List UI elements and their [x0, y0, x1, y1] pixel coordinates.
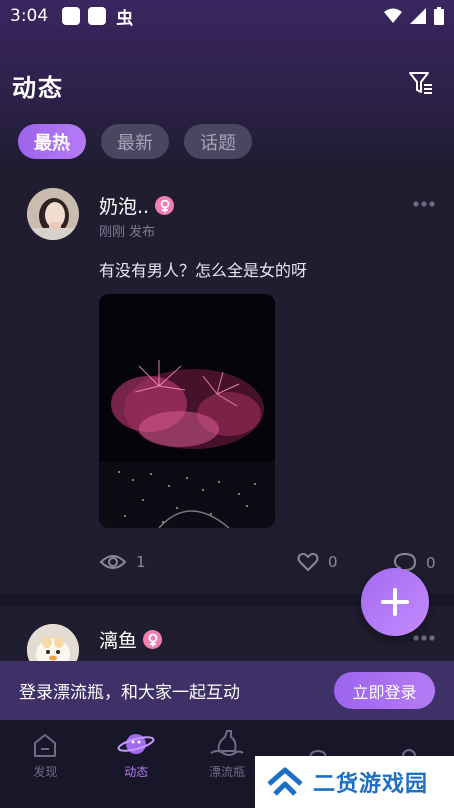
login-button[interactable]: 立即登录: [334, 672, 435, 709]
battery-icon: [434, 7, 444, 25]
bottle-icon: [210, 730, 244, 756]
post-username[interactable]: 漓鱼: [99, 626, 163, 653]
post-text: 有没有男人？怎么全是女的呀: [99, 261, 308, 280]
female-icon: [155, 196, 175, 215]
like-button[interactable]: 0: [297, 552, 338, 572]
create-post-button[interactable]: [361, 568, 429, 636]
nav-discover[interactable]: 发现: [0, 720, 91, 780]
status-bar: 3:04 虫: [0, 0, 454, 32]
username-text: 奶泡..: [99, 196, 150, 218]
page-title: 动态: [12, 74, 64, 102]
nav-moments[interactable]: 动态: [91, 720, 182, 780]
nav-label: 发现: [33, 765, 58, 779]
nav-label: 漂流瓶: [208, 765, 245, 779]
views-count: 1: [136, 553, 146, 571]
avatar[interactable]: [27, 188, 79, 240]
watermark: 二货游戏园: [255, 756, 454, 808]
watermark-text: 二货游戏园: [313, 772, 429, 797]
post-image[interactable]: [99, 294, 275, 528]
female-icon: [143, 630, 163, 649]
login-banner: 登录漂流瓶，和大家一起互动 立即登录: [0, 661, 454, 720]
plus-icon: [381, 588, 409, 616]
planet-icon: [117, 734, 155, 754]
home-icon: [34, 734, 57, 757]
comments-count: 0: [426, 554, 436, 572]
post-card[interactable]: 奶泡.. 刚刚 发布 有没有男人？怎么全是女的呀 1 0 0: [0, 168, 454, 594]
more-icon[interactable]: [412, 200, 436, 208]
heart-icon: [297, 552, 319, 571]
post-time: 刚刚 发布: [99, 225, 156, 240]
status-time: 3:04: [10, 6, 49, 26]
more-icon[interactable]: [412, 634, 436, 642]
views-stat: 1: [99, 552, 146, 572]
debug-icon: 虫: [116, 8, 134, 29]
nav-label: 动态: [124, 765, 149, 779]
wifi-icon: [384, 8, 402, 23]
fireworks-image: [99, 294, 275, 528]
likes-count: 0: [328, 553, 338, 571]
login-prompt: 登录漂流瓶，和大家一起互动: [19, 683, 240, 703]
username-text: 漓鱼: [99, 630, 138, 652]
watermark-logo: [267, 767, 303, 796]
signal-icon: [410, 8, 426, 24]
filter-icon[interactable]: [408, 70, 434, 96]
eye-icon: [99, 555, 127, 569]
notification-icon: [62, 7, 81, 25]
notification-icon: [88, 7, 107, 25]
tab-topics[interactable]: 话题: [184, 124, 252, 159]
post-username[interactable]: 奶泡..: [99, 192, 175, 219]
avatar-image: [27, 188, 79, 240]
tab-hottest[interactable]: 最热: [18, 124, 86, 159]
feed-tabs: 最热 最新 话题: [18, 124, 252, 159]
tab-newest[interactable]: 最新: [101, 124, 169, 159]
status-icons: [384, 7, 444, 25]
